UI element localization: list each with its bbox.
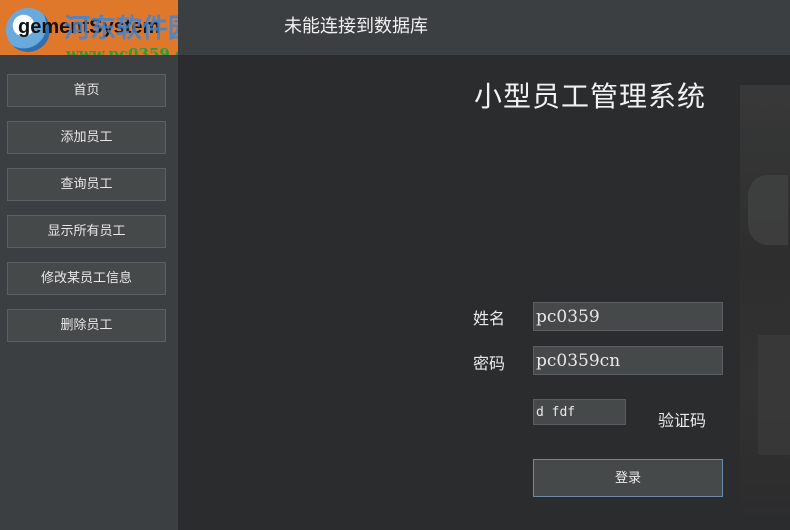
login-button[interactable]: 登录: [533, 459, 723, 497]
nav-show-all-employees-button[interactable]: 显示所有员工: [7, 215, 166, 248]
nav-query-employee-button[interactable]: 查询员工: [7, 168, 166, 201]
password-label: 密码: [473, 354, 506, 373]
captcha-field[interactable]: [533, 399, 626, 425]
sidebar: 首页 添加员工 查询员工 显示所有员工 修改某员工信息 删除员工: [0, 55, 178, 530]
nav-edit-employee-button[interactable]: 修改某员工信息: [7, 262, 166, 295]
watermark-url: www.pc0359.cn: [66, 45, 178, 55]
main-area: 小型员工管理系统 姓名 密码 验证码 登录: [178, 55, 790, 530]
name-field[interactable]: [533, 302, 723, 331]
app-title-block: gementSystem 河东软件园 www.pc0359.cn: [0, 0, 178, 55]
nav-delete-employee-button[interactable]: 删除员工: [7, 309, 166, 342]
nav-add-employee-button[interactable]: 添加员工: [7, 121, 166, 154]
nav-home-button[interactable]: 首页: [7, 74, 166, 107]
watermark-text: 河东软件园: [64, 14, 178, 44]
illustration-shade: [758, 335, 790, 455]
illustration-shade: [748, 175, 788, 245]
status-text: 未能连接到数据库: [284, 16, 428, 37]
captcha-label[interactable]: 验证码: [658, 407, 706, 431]
background-illustration: [740, 85, 790, 515]
page-title: 小型员工管理系统: [474, 80, 707, 113]
top-bar: 未能连接到数据库: [178, 0, 790, 55]
name-label: 姓名: [473, 309, 506, 328]
password-field[interactable]: [533, 346, 723, 375]
